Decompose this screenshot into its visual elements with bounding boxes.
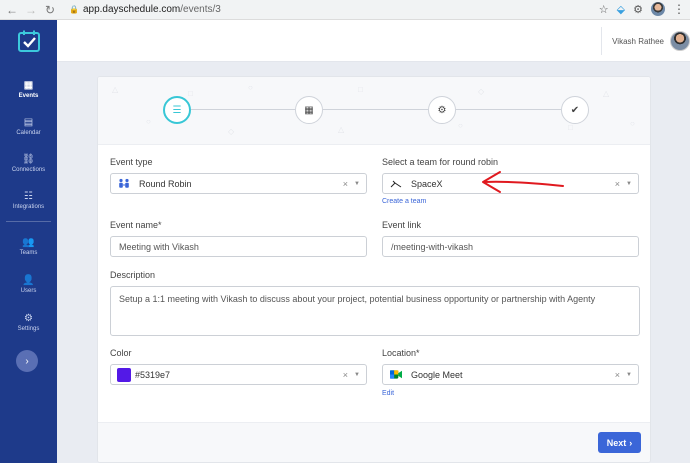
decor-shape: △	[603, 89, 610, 98]
stepper: △ ○ □ ◇ ○ △ □ ○ ◇ □ △ ○ ☰ ▦ ⚙ ✔	[98, 77, 650, 145]
decor-shape: ○	[630, 119, 635, 128]
decor-shape: □	[358, 85, 363, 94]
user-name: Vikash Rathee	[612, 36, 664, 46]
event-name-label: Event name*	[110, 220, 162, 230]
link-icon: ⛓	[22, 154, 35, 165]
user-group-icon: 👤	[22, 275, 35, 286]
sidebar-item-events[interactable]: ▦ Events	[0, 80, 57, 99]
sidebar-item-calendar[interactable]: ▤ Calendar	[0, 117, 57, 136]
decor-shape: □	[568, 123, 573, 132]
clear-icon[interactable]: ×	[343, 370, 348, 380]
top-header: Vikash Rathee	[57, 20, 690, 62]
decor-shape: ◇	[228, 127, 235, 136]
chevron-down-icon[interactable]: ▼	[354, 372, 360, 378]
star-icon[interactable]: ☆	[599, 3, 609, 16]
decor-shape: ◇	[478, 87, 485, 96]
step-connector	[191, 109, 295, 110]
decor-shape: ○	[458, 121, 463, 130]
card-footer: Next ›	[98, 422, 650, 462]
sidebar-divider	[6, 221, 51, 222]
chevron-down-icon[interactable]: ▼	[626, 372, 632, 378]
reload-icon[interactable]: ↻	[43, 3, 57, 17]
grid-icon: ☷	[24, 191, 33, 202]
step-settings[interactable]: ⚙	[428, 96, 456, 124]
team-logo-icon	[390, 180, 402, 188]
forward-icon[interactable]: →	[24, 3, 38, 17]
team-label: Select a team for round robin	[382, 157, 499, 167]
url-path: /events/3	[180, 4, 221, 15]
calendar-check-logo-icon	[17, 30, 40, 52]
event-form-card: △ ○ □ ◇ ○ △ □ ○ ◇ □ △ ○ ☰ ▦ ⚙ ✔ Event ty…	[97, 76, 651, 463]
color-label: Color	[110, 348, 132, 358]
event-type-select[interactable]: Round Robin × ▼	[110, 173, 367, 194]
location-label: Location*	[382, 348, 420, 358]
round-robin-icon	[118, 178, 130, 189]
google-meet-icon	[390, 369, 402, 380]
chevron-right-icon: ›	[629, 437, 633, 448]
decor-shape: □	[188, 89, 193, 98]
sidebar: ▦ Events ▤ Calendar ⛓ Connections ☷ Inte…	[0, 20, 57, 463]
sidebar-expand-button[interactable]: ›	[16, 350, 38, 372]
step-confirm[interactable]: ✔	[561, 96, 589, 124]
gear-icon: ⚙	[24, 313, 33, 324]
event-type-label: Event type	[110, 157, 153, 167]
event-link-field[interactable]: /meeting-with-vikash	[382, 236, 639, 257]
cogs-icon: ⚙	[437, 104, 447, 116]
description-textarea[interactable]: Setup a 1:1 meeting with Vikash to discu…	[110, 286, 640, 336]
back-icon[interactable]: ←	[5, 3, 19, 17]
next-button-label: Next	[606, 437, 627, 448]
step-connector	[323, 109, 428, 110]
users-icon: 👥	[22, 237, 35, 248]
sidebar-item-users[interactable]: 👤 Users	[0, 275, 57, 294]
clear-icon[interactable]: ×	[615, 179, 620, 189]
edit-location-link[interactable]: Edit	[382, 390, 394, 397]
browser-toolbar: ← → ↻ 🔒 app.dayschedule.com/events/3 ☆ ⬙…	[0, 0, 690, 20]
team-select[interactable]: SpaceX × ▼	[382, 173, 639, 194]
clear-icon[interactable]: ×	[343, 179, 348, 189]
step-connector	[456, 109, 561, 110]
location-select[interactable]: Google Meet × ▼	[382, 364, 639, 385]
color-swatch	[117, 367, 131, 382]
app-logo[interactable]	[0, 20, 57, 62]
sidebar-item-integrations[interactable]: ☷ Integrations	[0, 191, 57, 210]
decor-shape: △	[338, 125, 345, 134]
chevron-down-icon[interactable]: ▼	[626, 181, 632, 187]
event-name-field[interactable]: Meeting with Vikash	[110, 236, 367, 257]
extension-icon[interactable]: ⬙	[617, 3, 625, 16]
address-bar[interactable]: app.dayschedule.com/events/3	[83, 4, 221, 15]
color-select[interactable]: #5319e7 × ▼	[110, 364, 367, 385]
decor-shape: ○	[146, 117, 151, 126]
location-value: Google Meet	[411, 369, 463, 380]
calendar-icon: ▦	[304, 104, 314, 116]
event-type-value: Round Robin	[139, 178, 192, 189]
sidebar-item-connections[interactable]: ⛓ Connections	[0, 154, 57, 173]
menu-dots-icon[interactable]: ⋮	[673, 2, 685, 16]
event-link-label: Event link	[382, 220, 422, 230]
next-button[interactable]: Next ›	[598, 432, 641, 453]
puzzle-icon[interactable]: ⚙	[633, 3, 643, 16]
description-label: Description	[110, 270, 156, 280]
avatar[interactable]	[670, 31, 690, 51]
team-value: SpaceX	[411, 178, 443, 189]
check-icon: ✔	[570, 104, 580, 116]
lock-icon: 🔒	[69, 5, 79, 14]
chevron-right-icon: ›	[25, 355, 29, 367]
calendar-icon: ▦	[23, 80, 34, 91]
clear-icon[interactable]: ×	[615, 370, 620, 380]
sidebar-item-settings[interactable]: ⚙ Settings	[0, 313, 57, 332]
step-details[interactable]: ☰	[163, 96, 191, 124]
color-value: #5319e7	[135, 369, 171, 380]
profile-avatar[interactable]	[651, 2, 665, 16]
create-team-link[interactable]: Create a team	[382, 198, 426, 205]
step-schedule[interactable]: ▦	[295, 96, 323, 124]
user-menu[interactable]: Vikash Rathee	[601, 27, 690, 55]
list-icon: ☰	[172, 104, 182, 116]
decor-shape: △	[112, 85, 119, 94]
browser-actions: ☆ ⬙ ⚙ ⋮	[599, 2, 685, 16]
calendar-day-icon: ▤	[23, 117, 34, 128]
chevron-down-icon[interactable]: ▼	[354, 181, 360, 187]
decor-shape: ○	[248, 83, 253, 92]
url-host: app.dayschedule.com	[82, 4, 181, 15]
sidebar-item-teams[interactable]: 👥 Teams	[0, 237, 57, 256]
